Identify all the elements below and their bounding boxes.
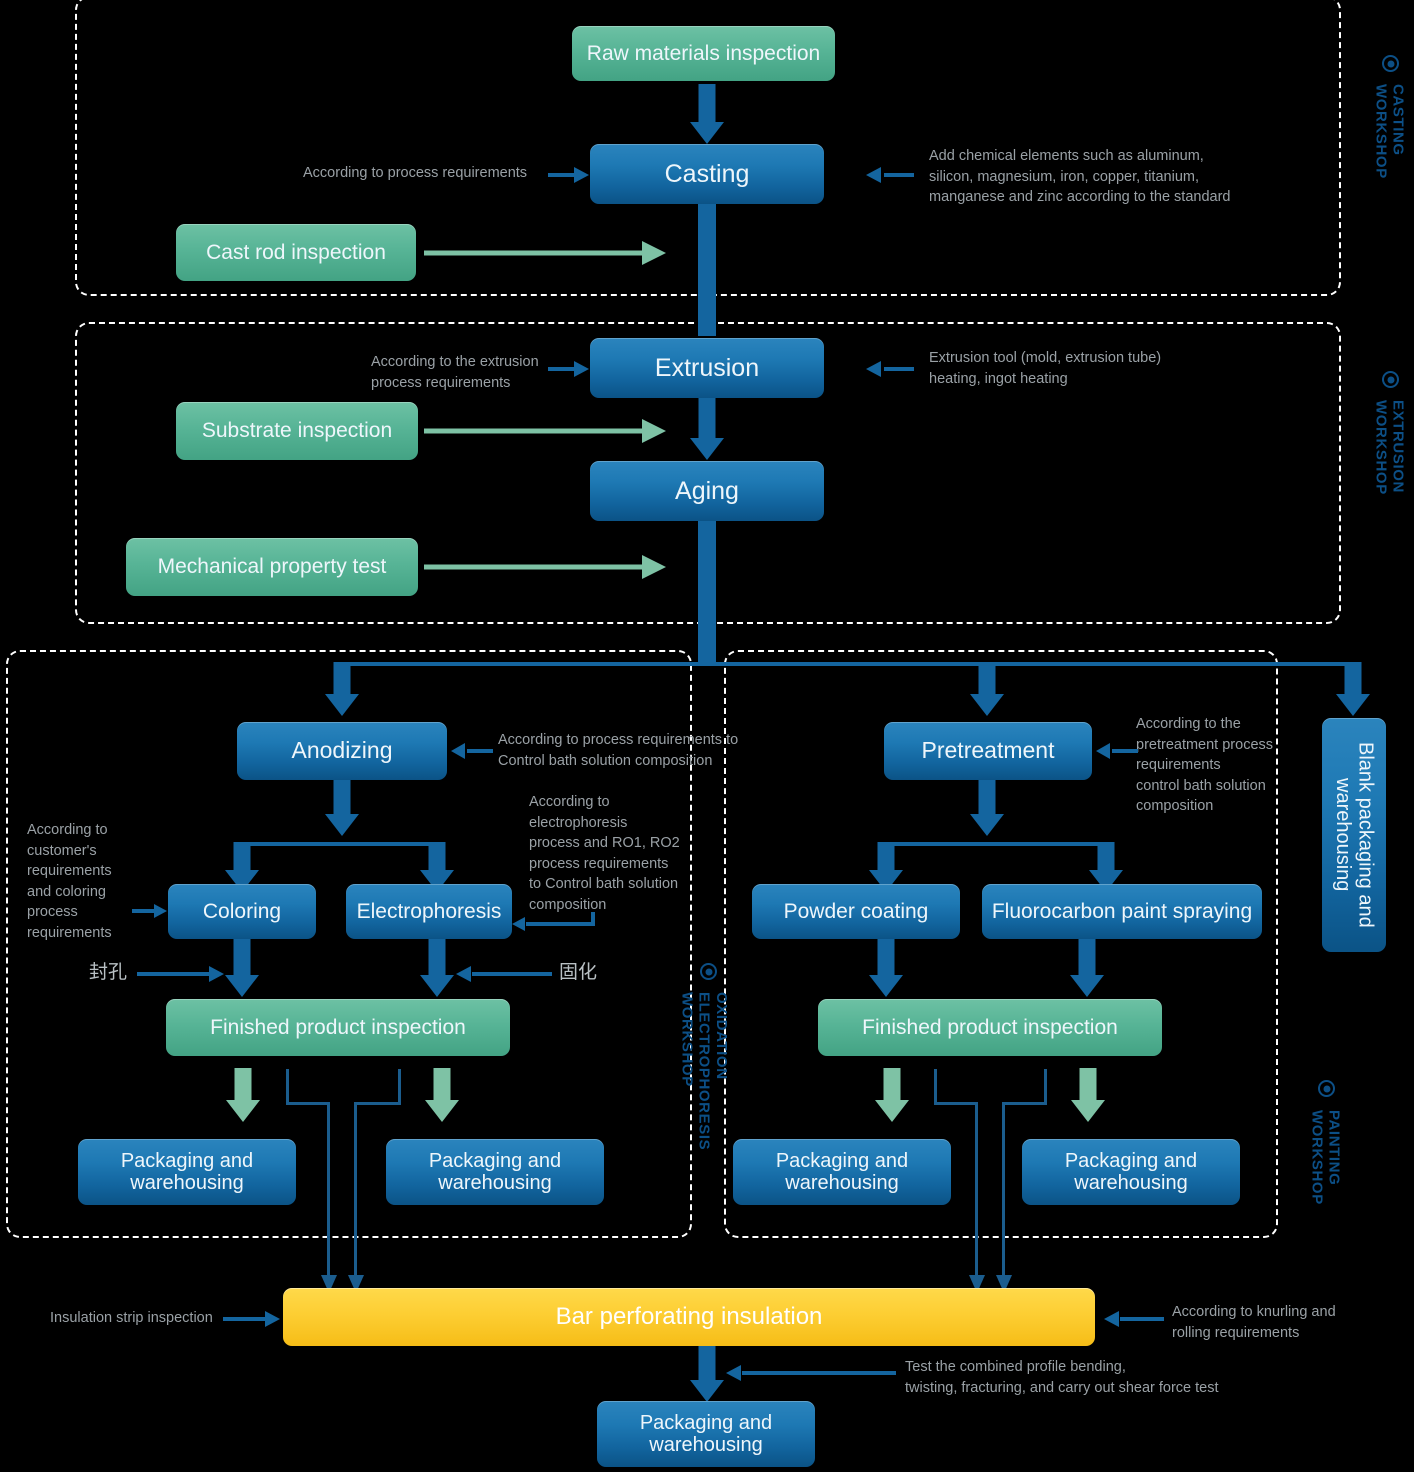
arrow-sealing — [137, 964, 227, 984]
arrow-fluorocarbon-down — [1070, 939, 1104, 999]
arrow-casting-right-note — [866, 164, 914, 186]
node-coloring[interactable]: Coloring — [168, 884, 316, 939]
node-electrophoresis[interactable]: Electrophoresis — [346, 884, 512, 939]
arrow-insulation-strip-to-bar — [223, 1308, 285, 1330]
ox-bypass-right-top — [398, 1069, 401, 1105]
node-fluorocarbon-paint-spraying[interactable]: Fluorocarbon paint spraying — [982, 884, 1262, 939]
pt-bypass-left-top — [934, 1069, 937, 1105]
pt-bypass-right-horiz — [1002, 1102, 1047, 1105]
arrow-pretreatment-down — [970, 780, 1004, 838]
arrow-electrophoresis-down — [420, 939, 454, 999]
arrow-anodizing-right-note — [451, 740, 493, 762]
casting-workshop-dot — [1382, 55, 1399, 72]
arrow-note-to-coloring — [132, 901, 170, 921]
arrow-pt-inspection-to-left-packaging — [875, 1068, 909, 1124]
node-blank-packaging-and-warehousing[interactable]: Blank packaging and warehousing — [1322, 718, 1386, 952]
arrow-shear-force-test — [726, 1362, 896, 1384]
arrow-anodizing-down — [325, 780, 359, 838]
note-anodizing-right: According to process requirements to Con… — [498, 732, 739, 769]
painting-workshop-label: PAINTING WORKSHOP — [1308, 1110, 1343, 1205]
arrow-extrusion-to-aging — [690, 398, 724, 460]
node-finished-product-inspection-painting[interactable]: Finished product inspection — [818, 999, 1162, 1056]
arrow-powder-coating-down — [869, 939, 903, 999]
pt-bypass-left-down — [975, 1102, 978, 1288]
arrow-bus-to-blank-packaging — [1336, 662, 1370, 718]
arrow-ox-inspection-to-left-packaging — [226, 1068, 260, 1124]
node-extrusion[interactable]: Extrusion — [590, 338, 824, 398]
arrow-cast-rod-inspection — [424, 241, 666, 265]
extrusion-workshop-label: EXTRUSION WORKSHOP — [1372, 400, 1407, 495]
node-mechanical-property-test[interactable]: Mechanical property test — [126, 538, 418, 596]
note-sealing: 封孔 — [89, 962, 128, 983]
split-bar-anodizing — [241, 842, 437, 846]
arrow-ox-inspection-to-right-packaging — [425, 1068, 459, 1124]
arrow-raw-to-casting — [690, 84, 724, 144]
arrow-note-to-extrusion — [548, 358, 590, 380]
pt-bypass-right-top — [1044, 1069, 1047, 1105]
node-bar-perforating-insulation[interactable]: Bar perforating insulation — [283, 1288, 1095, 1346]
arrow-curing — [456, 964, 552, 984]
process-flow-diagram: CASTING WORKSHOP EXTRUSION WORKSHOP OXID… — [0, 0, 1414, 1472]
casting-workshop-label: CASTING WORKSHOP — [1372, 84, 1407, 179]
bus-line-horizontal — [340, 662, 1352, 666]
note-extrusion-right: Extrusion tool (mold, extrusion tube) he… — [929, 350, 1162, 387]
note-electrophoresis-right: According to electrophoresis process and… — [529, 794, 680, 913]
node-packaging-painting-right[interactable]: Packaging and warehousing — [1022, 1139, 1240, 1205]
node-finished-product-inspection-oxidation[interactable]: Finished product inspection — [166, 999, 510, 1056]
arrow-mechanical-property-test — [424, 555, 666, 579]
arrow-note-to-casting — [548, 164, 590, 186]
pt-bypass-left-horiz — [934, 1102, 978, 1105]
ox-bypass-left-down — [327, 1102, 330, 1288]
painting-workshop-dot — [1318, 1080, 1335, 1097]
node-packaging-final[interactable]: Packaging and warehousing — [597, 1401, 815, 1467]
arrow-pretreatment-right-note — [1096, 740, 1138, 762]
note-shear-force-test: Test the combined profile bending, twist… — [905, 1359, 1219, 1396]
note-insulation-strip-inspection: Insulation strip inspection — [50, 1310, 213, 1326]
node-aging[interactable]: Aging — [590, 461, 824, 521]
ox-bypass-left-top — [286, 1069, 289, 1105]
split-bar-pretreatment — [884, 842, 1106, 846]
arrow-note-to-electrophoresis — [512, 914, 538, 934]
note-casting-right: Add chemical elements such as aluminum, … — [929, 148, 1231, 206]
oxidation-workshop-dot — [700, 963, 717, 980]
arrow-knurling-to-bar — [1104, 1308, 1164, 1330]
arrow-bar-to-final-packaging — [690, 1346, 724, 1404]
node-substrate-inspection[interactable]: Substrate inspection — [176, 402, 418, 460]
note-pretreatment-right: According to the pretreatment process re… — [1136, 716, 1274, 815]
node-pretreatment[interactable]: Pretreatment — [884, 722, 1092, 780]
extrusion-workshop-dot — [1382, 371, 1399, 388]
node-packaging-painting-left[interactable]: Packaging and warehousing — [733, 1139, 951, 1205]
arrow-substrate-inspection — [424, 419, 666, 443]
node-casting[interactable]: Casting — [590, 144, 824, 204]
node-packaging-oxidation-left[interactable]: Packaging and warehousing — [78, 1139, 296, 1205]
node-powder-coating[interactable]: Powder coating — [752, 884, 960, 939]
arrow-pt-inspection-to-right-packaging — [1071, 1068, 1105, 1124]
oxidation-workshop-label: OXIDATION ELECTROPHORESIS WORKSHOP — [678, 992, 730, 1151]
ox-bypass-right-down — [354, 1102, 357, 1288]
arrow-coloring-down — [225, 939, 259, 999]
arrow-extrusion-right-note — [866, 358, 914, 380]
note-casting-left: According to process requirements — [303, 165, 528, 181]
node-packaging-oxidation-right[interactable]: Packaging and warehousing — [386, 1139, 604, 1205]
line-casting-to-extrusion — [698, 204, 716, 336]
note-curing: 固化 — [559, 962, 598, 983]
arrow-bus-to-anodizing — [325, 662, 359, 718]
node-anodizing[interactable]: Anodizing — [237, 722, 447, 780]
line-aging-down — [698, 521, 716, 665]
pt-bypass-right-down — [1002, 1102, 1005, 1288]
node-raw-materials-inspection[interactable]: Raw materials inspection — [572, 26, 835, 81]
arrow-bus-to-pretreatment — [970, 662, 1004, 718]
node-cast-rod-inspection[interactable]: Cast rod inspection — [176, 224, 416, 281]
ox-bypass-right-horiz — [354, 1102, 401, 1105]
note-coloring-left: According to customer's requirements and… — [27, 822, 112, 941]
ox-bypass-left-horiz — [286, 1102, 330, 1105]
note-knurling-right: According to knurling and rolling requir… — [1172, 1304, 1336, 1341]
